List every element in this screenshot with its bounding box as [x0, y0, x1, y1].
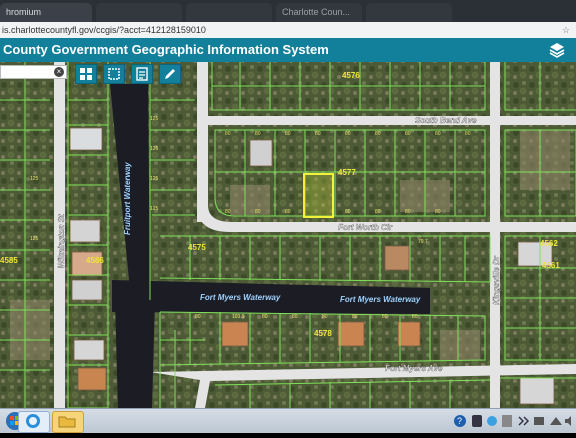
street-label-south-bend: South Bend Ave: [415, 116, 477, 125]
select-box-icon: [108, 68, 120, 80]
lot-dimension-label: 80: [225, 209, 231, 215]
browser-tab-strip: hromium Charlotte Coun...: [0, 0, 576, 22]
street-label-wilmington: Wilmington St: [57, 214, 66, 268]
lot-dimension-label: 80: [435, 209, 441, 215]
app-header: County Government Geographic Information…: [0, 38, 576, 62]
volume-icon: [565, 416, 571, 426]
browser-tab[interactable]: [96, 3, 182, 22]
lot-dimension-label: 80: [405, 209, 411, 215]
block-number: 4577: [338, 168, 356, 177]
lot-dimension-label: 80: [375, 209, 381, 215]
lot-dimension-label: 80: [225, 131, 231, 137]
taskbar-ie-button[interactable]: [18, 411, 50, 433]
lot-dimension-label: 125: [30, 236, 39, 242]
browser-tab[interactable]: Charlotte Coun...: [276, 3, 362, 22]
pencil-icon: [165, 69, 175, 79]
grid-icon: [80, 68, 92, 80]
waterway-label-fruitport: Fruitport Waterway: [123, 162, 132, 235]
lot-dimension-label: 125: [150, 206, 159, 212]
taskbar-explorer-button[interactable]: [52, 411, 84, 433]
basemap-grid-button[interactable]: [75, 64, 97, 84]
lot-dimension-label: 80: [285, 209, 291, 215]
document-icon: [136, 67, 148, 81]
street-label-fort-myers-ave: Fort Myers Ave: [385, 364, 443, 373]
clear-search-icon[interactable]: ×: [54, 67, 64, 77]
tray-icon: [502, 415, 512, 427]
lot-dimension-label: 80: [345, 131, 351, 137]
lot-dimension-label: 125: [150, 116, 159, 122]
lot-dimension-label: 80: [375, 131, 381, 137]
selected-parcel[interactable]: [303, 173, 334, 218]
bookmark-star-icon[interactable]: ☆: [562, 22, 570, 38]
browser-icon: [26, 414, 40, 428]
app-tray-icon: [472, 415, 482, 427]
lot-dimension-label: 80: [262, 314, 268, 320]
system-tray: ?: [452, 409, 576, 433]
road-left-curve: [197, 62, 208, 222]
lot-dimension-label: 125: [30, 176, 39, 182]
layers-icon[interactable]: [548, 41, 566, 59]
block-number: 4576: [342, 71, 360, 80]
lot-dimension-label: 80: [255, 131, 261, 137]
lot-dimension-label: 80: [405, 131, 411, 137]
map-view[interactable]: 4576 4577 4575 4578 4586 4562 4561 4585 …: [0, 62, 576, 408]
waterway-label-fort-myers: Fort Myers Waterway: [340, 295, 421, 304]
block-number: 4585: [0, 256, 18, 265]
lot-dimension-label: 80: [465, 131, 471, 137]
lot-dimension-label: 125: [150, 146, 159, 152]
lot-dimension-label: 80: [412, 314, 418, 320]
lot-dimension-label: 80: [352, 314, 358, 320]
street-label-fort-worth: Fort Worth Cir: [338, 223, 393, 232]
road-south-bend: [208, 116, 576, 125]
network-icon: [550, 417, 562, 425]
street-label-kingsville: Kingsville Dr: [492, 255, 501, 305]
select-extent-button[interactable]: [103, 64, 125, 84]
lot-dimension-label: 80: [292, 314, 298, 320]
taskbar: ?: [0, 408, 576, 433]
draw-button[interactable]: [159, 64, 181, 84]
address-bar[interactable]: is.charlottecountyfl.gov/ccgis/?acct=412…: [0, 22, 576, 38]
url-text: is.charlottecountyfl.gov/ccgis/?acct=412…: [2, 25, 206, 35]
lot-dimension-label: 79.7: [418, 239, 428, 245]
globe-tray-icon: [487, 416, 497, 426]
lot-dimension-label: 125: [150, 176, 159, 182]
lot-dimension-label: 80: [255, 209, 261, 215]
parcel-map[interactable]: 4576 4577 4575 4578 4586 4562 4561 4585 …: [0, 62, 576, 408]
block-number: 4578: [314, 329, 332, 338]
report-button[interactable]: [131, 64, 153, 84]
tab-title: hromium: [6, 7, 42, 17]
lot-dimension-label: 103.9: [232, 314, 245, 320]
waterway-label-fort-myers: Fort Myers Waterway: [200, 293, 281, 302]
app-title: County Government Geographic Information…: [3, 42, 329, 57]
folder-icon: [58, 416, 76, 428]
tray-icons: ?: [454, 415, 571, 427]
browser-tab[interactable]: [186, 3, 272, 22]
lot-dimension-label: 80: [285, 131, 291, 137]
svg-text:?: ?: [457, 416, 462, 426]
road-kingsville: [490, 62, 500, 408]
battery-icon: [534, 417, 544, 425]
block-number: 4575: [188, 243, 206, 252]
block-number: 4562: [540, 239, 558, 248]
lot-dimension-label: 80: [315, 131, 321, 137]
lot-dimension-label: 80: [382, 314, 388, 320]
browser-tab[interactable]: [366, 3, 452, 22]
lot-dimension-label: 80: [322, 314, 328, 320]
block-number: 4561: [542, 261, 560, 270]
lot-dimension-label: 80: [195, 314, 201, 320]
bluetooth-icon: [518, 416, 530, 426]
lot-dimension-label: 80: [345, 209, 351, 215]
tab-title: Charlotte Coun...: [282, 7, 351, 17]
block-number: 4586: [86, 256, 104, 265]
map-search-input[interactable]: ×: [0, 65, 67, 79]
browser-tab-active[interactable]: hromium: [0, 3, 92, 22]
waterway-south: [115, 300, 155, 408]
lot-dimension-label: 80: [435, 131, 441, 137]
